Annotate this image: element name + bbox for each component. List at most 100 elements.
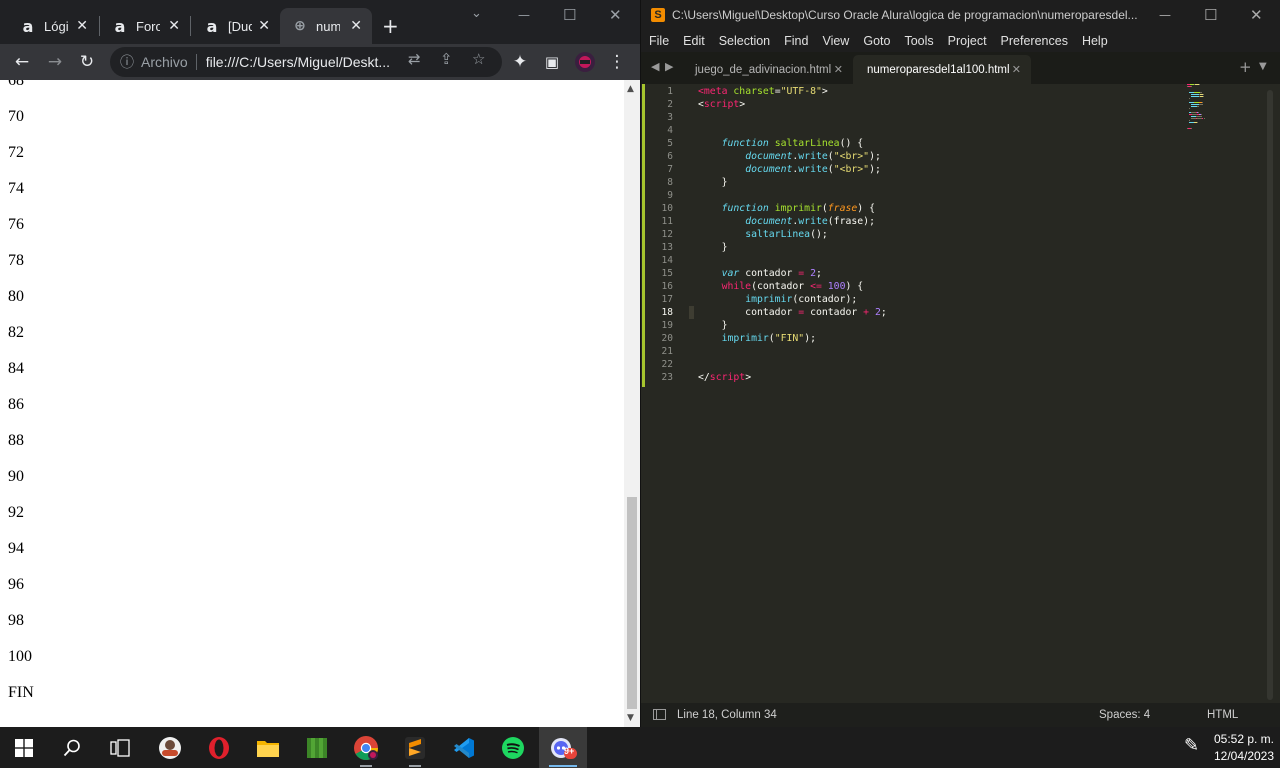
close-icon[interactable]: ✕ xyxy=(834,63,843,76)
close-window-icon[interactable]: ✕ xyxy=(609,6,622,24)
close-icon[interactable]: ✕ xyxy=(1012,63,1021,76)
minimap-stroke xyxy=(1189,98,1191,99)
minimap-stroke xyxy=(1200,114,1203,115)
site-info-icon[interactable]: ⓘ xyxy=(120,52,134,72)
sublime-text-icon[interactable] xyxy=(391,727,439,768)
chrome-tab-1[interactable]: a Lógica ✕ xyxy=(8,8,98,44)
code-line[interactable]: function saltarLinea() { xyxy=(698,137,864,150)
tab-nav-left-icon[interactable]: ◀ xyxy=(651,60,659,73)
code-line[interactable]: document.write(frase); xyxy=(698,215,875,228)
side-panel-icon[interactable]: ▣ xyxy=(540,50,564,74)
forward-arrow-icon[interactable]: → xyxy=(43,50,67,74)
code-line[interactable]: imprimir("FIN"); xyxy=(698,332,816,345)
indentation-setting[interactable]: Spaces: 4 xyxy=(1099,709,1150,721)
search-icon[interactable] xyxy=(48,727,96,768)
reload-icon[interactable]: ↻ xyxy=(75,50,99,74)
menu-preferences[interactable]: Preferences xyxy=(1001,34,1068,48)
maximize-icon[interactable]: ☐ xyxy=(1204,6,1217,24)
steam-icon[interactable] xyxy=(146,727,194,768)
number-line: 76 xyxy=(8,216,24,233)
menu-view[interactable]: View xyxy=(822,34,849,48)
menu-project[interactable]: Project xyxy=(948,34,987,48)
code-line[interactable]: function imprimir(frase) { xyxy=(698,202,875,215)
scrollbar-thumb[interactable] xyxy=(627,497,637,709)
scroll-up-arrow-icon[interactable]: ▲ xyxy=(627,84,634,94)
menu-bar: File Edit Selection Find View Goto Tools… xyxy=(641,30,1280,52)
code-line[interactable]: } xyxy=(698,241,728,254)
new-tab-button[interactable]: + xyxy=(382,14,399,38)
opera-icon[interactable] xyxy=(195,727,243,768)
minimize-icon[interactable]: — xyxy=(1159,8,1171,22)
code-line[interactable]: contador = contador + 2; xyxy=(698,306,887,319)
windows-start-icon[interactable] xyxy=(0,727,48,768)
code-token: ); xyxy=(869,164,881,175)
code-line[interactable]: </script> xyxy=(698,371,751,384)
panel-toggle-icon[interactable] xyxy=(653,709,666,720)
tab-search-icon[interactable]: ⌄ xyxy=(471,6,482,21)
chrome-tab-4-active[interactable]: ⊕ numeropares ✕ xyxy=(280,8,372,44)
system-clock[interactable]: 05:52 p. m. 12/04/2023 xyxy=(1212,731,1276,765)
minimize-icon[interactable]: — xyxy=(518,8,530,22)
tab-list-dropdown-icon[interactable]: ▼ xyxy=(1259,61,1267,72)
code-line[interactable]: <meta charset="UTF-8"> xyxy=(698,85,828,98)
editor-scrollbar[interactable] xyxy=(1267,90,1273,700)
code-line[interactable]: saltarLinea(); xyxy=(698,228,828,241)
syntax-mode[interactable]: HTML xyxy=(1207,709,1238,721)
code-line[interactable]: document.write("<br>"); xyxy=(698,150,881,163)
close-icon[interactable]: ✕ xyxy=(258,18,270,34)
minecraft-icon[interactable] xyxy=(293,727,341,768)
line-number: 21 xyxy=(661,346,673,357)
scroll-down-arrow-icon[interactable]: ▼ xyxy=(627,713,634,723)
code-line[interactable]: <script> xyxy=(698,98,745,111)
pen-workspace-icon[interactable]: ✎ xyxy=(1184,735,1199,756)
code-token: > xyxy=(821,86,828,97)
chrome-menu-icon[interactable]: ⋮ xyxy=(605,50,629,74)
menu-tools[interactable]: Tools xyxy=(904,34,933,48)
translate-icon[interactable]: ⇄ xyxy=(408,50,421,68)
address-bar[interactable]: ⓘ Archivo file:///C:/Users/Miguel/Deskt.… xyxy=(110,47,502,77)
editor-tab-numeropares-active[interactable]: numeroparesdel1al100.html ✕ xyxy=(853,55,1031,84)
close-window-icon[interactable]: ✕ xyxy=(1250,6,1263,24)
code-line[interactable]: imprimir(contador); xyxy=(698,293,857,306)
code-token: function xyxy=(721,138,769,149)
file-explorer-icon[interactable] xyxy=(244,727,292,768)
tab-nav-right-icon[interactable]: ▶ xyxy=(665,60,673,73)
url-text[interactable]: file:///C:/Users/Miguel/Deskt... xyxy=(206,54,396,70)
chrome-tab-3[interactable]: a [Duda ✕ xyxy=(192,8,280,44)
minimap[interactable] xyxy=(1187,84,1227,144)
close-icon[interactable]: ✕ xyxy=(350,18,362,34)
editor-tab-juego[interactable]: juego_de_adivinacion.html ✕ xyxy=(681,55,853,84)
code-line[interactable]: var contador = 2; xyxy=(698,267,822,280)
menu-selection[interactable]: Selection xyxy=(719,34,770,48)
close-icon[interactable]: ✕ xyxy=(168,18,180,34)
code-line[interactable]: document.write("<br>"); xyxy=(698,163,881,176)
back-arrow-icon[interactable]: ← xyxy=(10,50,34,74)
new-tab-plus-icon[interactable]: + xyxy=(1239,58,1252,76)
menu-help[interactable]: Help xyxy=(1082,34,1108,48)
menu-file[interactable]: File xyxy=(649,34,669,48)
code-editor[interactable]: 1 2 3 4 5 6 7 8 9 10 11 12 13 14 15 16 17 18 19 20 21 22 23 <m… xyxy=(641,84,1280,703)
code-line[interactable]: } xyxy=(698,176,728,189)
maximize-icon[interactable]: ☐ xyxy=(563,6,576,24)
share-icon[interactable]: ⇪ xyxy=(440,50,453,68)
code-line[interactable]: while(contador <= 100) { xyxy=(698,280,864,293)
line-number: 4 xyxy=(667,125,673,136)
spotify-icon[interactable] xyxy=(489,727,537,768)
discord-icon[interactable]: 9+ xyxy=(539,727,587,768)
vscode-icon[interactable] xyxy=(440,727,488,768)
code-token: } xyxy=(698,320,728,331)
menu-edit[interactable]: Edit xyxy=(683,34,705,48)
line-number: 11 xyxy=(661,216,673,227)
task-view-icon[interactable] xyxy=(96,727,144,768)
profile-avatar[interactable] xyxy=(573,50,597,74)
close-icon[interactable]: ✕ xyxy=(76,18,88,34)
code-line[interactable]: } xyxy=(698,319,728,332)
menu-goto[interactable]: Goto xyxy=(863,34,890,48)
bookmark-star-icon[interactable]: ☆ xyxy=(472,50,485,68)
chrome-tab-2[interactable]: a Foro ✕ xyxy=(100,8,190,44)
extensions-puzzle-icon[interactable]: ✦ xyxy=(508,50,532,74)
menu-find[interactable]: Find xyxy=(784,34,808,48)
chrome-icon[interactable] xyxy=(342,727,390,768)
